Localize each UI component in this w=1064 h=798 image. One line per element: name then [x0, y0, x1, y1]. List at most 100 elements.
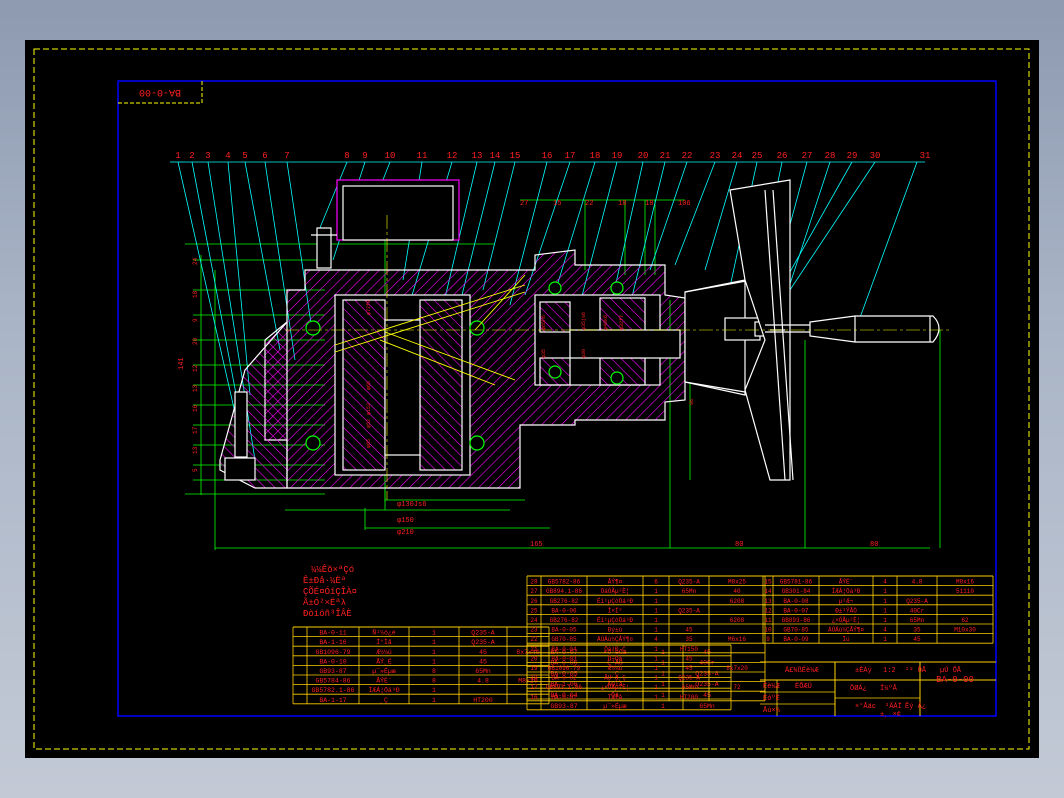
bom_right_a-cell: M6x16 [728, 636, 746, 643]
bom_right_a-cell: Öá³Ð¸Ç [604, 646, 626, 653]
callout-26: 26 [777, 151, 788, 161]
callout-31: 31 [920, 151, 931, 161]
callout-28: 28 [825, 151, 836, 161]
bom_right_a-cell: Ö÷Öá [608, 655, 623, 662]
bom_left-cell: GB5784-86 [315, 678, 350, 685]
dim-top-2: 22 [585, 200, 593, 208]
dim-inner-10: φ30 [581, 349, 587, 358]
bom_right_b-cell: 1 [883, 617, 887, 624]
title-block-cell-7: Åú×¼ [763, 706, 781, 715]
bom_right_b-cell: GB70-85 [783, 627, 809, 634]
bom_left-cell: 1 [432, 697, 436, 704]
technical-requirements-note: ¼¼Êõ×ªÇóÊ±Ðå·¼ËªÇÕÉ¤ÓîÇÎÀ¤Ã±Ó²×ËªλÐòíöñ³… [303, 564, 357, 619]
title-block-cell-4: µÚ ÕÅ [940, 665, 962, 675]
dim-top-3: 18 [618, 200, 626, 208]
bom_right_b-cell: GB5781-86 [780, 579, 813, 586]
dim-left-1: 18 [192, 290, 199, 298]
bom_right_b-cell: 4 [883, 579, 887, 586]
dim-inner-9: φ35 [541, 349, 547, 358]
code-stamp: BA-0-00 [139, 86, 181, 97]
bom_right_a-cell: 1 [654, 655, 658, 662]
dim-inner-7: φ40k6 [603, 315, 609, 330]
bom_right_a-cell: ÏäÌå [608, 694, 623, 701]
bom_right_a-cell: GB276-82 [550, 598, 579, 605]
title-block-cell-6: ÉóºË [763, 694, 780, 703]
title-block-cell-10: Í¼ºÅ [880, 684, 898, 693]
callout-8: 8 [344, 151, 349, 161]
bom_right_a-cell: GB5782-86 [548, 579, 581, 586]
bom_right_a-cell: 26 [530, 598, 538, 605]
bom_right_a-cell: 1 [654, 646, 658, 653]
bom_mid-cell: µ¯»Éµæ [603, 702, 627, 710]
bom_right_b-cell: M8x16 [956, 579, 974, 586]
bom_right_a-cell: 65Mn [682, 588, 697, 595]
bom_left-cell: 8 [432, 668, 436, 675]
bom_right_b-cell: 1 [883, 636, 887, 643]
housing-section [219, 179, 686, 489]
bom_right_a-cell: GB1096-79 [548, 665, 581, 672]
callout-10: 10 [385, 151, 396, 161]
dim-inner-4: φ65 [366, 439, 372, 448]
dim-bottom-3: 165 [530, 541, 543, 549]
bom_right_a-cell: BA-0-02 [551, 675, 577, 682]
title-block-cell-15: ±¸ ×¢ [880, 711, 901, 719]
bom_right_b-cell: BA-0-07 [783, 607, 809, 614]
bom_left-cell: ¸Ç [380, 697, 388, 704]
note-line-1: Ê±Ðå·¼Ëª [303, 575, 346, 586]
cad-viewport[interactable]: BA-0-00 1 2 3 4 5 6 7 8 9 10 11 12 13 14… [25, 40, 1039, 758]
title-block-cell-2: 1:2 [883, 667, 896, 675]
bom_mid-cell: 45 [703, 692, 711, 699]
bom_right_a-cell: Éî¹µÇòÖá³Ð [597, 598, 633, 605]
bom_right_b-cell: Q235-A [906, 598, 928, 605]
dim-bottom-5: 80 [870, 541, 878, 549]
bom_right_b-cell: 12 [764, 607, 772, 614]
bom_right_a-cell: 1 [654, 598, 658, 605]
bom_right_b-cell: 40Cr [910, 607, 925, 614]
bom_right_b-cell: 10 [764, 627, 772, 634]
bom_mid-cell: 1 [661, 660, 665, 667]
bom_right_a-cell: 25 [530, 607, 538, 614]
bom_left-cell: ÍÆÁ¦Öá³Ð [368, 686, 399, 694]
bom_right_a-cell: 1 [654, 607, 658, 614]
bom_left-cell: Æ½¼ü [376, 648, 392, 656]
bom_right_a-cell: ÖáÓÃµ²È¦ [601, 588, 630, 595]
bom_left-cell: 1 [432, 630, 436, 637]
bom_mid-cell: 65Mn [699, 703, 715, 710]
bom_right_b-cell: 35 [913, 627, 921, 634]
bom_right_b-cell: ÄÚÁù½ÇÂÝ¶¤ [828, 627, 864, 634]
bom_right_a-cell: 6208 [730, 598, 745, 605]
bom_right_a-cell: 1 [654, 617, 658, 624]
dim-bottom-4: 80 [735, 541, 743, 549]
bom_right_a-cell: 45 [685, 627, 693, 634]
bom_right_a-cell: 72 [733, 684, 741, 691]
title-block: Ä£¾ßÉè¼Æ ±ÈÀý 1:2 ¹² ÕÅ µÚ ÕÅ Éè¼Æ ÉóºË Åú×¼ ÈÕÆ… [760, 661, 996, 719]
drawing-code: BA-0-00 [936, 675, 974, 685]
note-line-0: ¼¼Êõ×ªÇó [311, 564, 354, 575]
callout-27: 27 [802, 151, 813, 161]
bom_mid-cell: 40Cr [699, 660, 715, 667]
bom_right_a-cell: 4 [654, 636, 658, 643]
bom_right_a-cell: 1 [654, 665, 658, 672]
title-block-cell-0: Ä£¾ßÉè¼Æ [785, 666, 819, 675]
callout-15: 15 [510, 151, 521, 161]
bom_right_a-cell: 6208 [730, 617, 745, 624]
dim-left-5: 13 [192, 384, 199, 392]
bom_right_b-cell: 62 [961, 617, 969, 624]
bom_left-cell: 1 [432, 658, 436, 665]
callout-30: 30 [870, 151, 881, 161]
dim-bottom-1: φ150 [397, 517, 414, 525]
callout-18: 18 [590, 151, 601, 161]
bom_right_a-cell: Æ½¼ü [608, 665, 623, 672]
callout-25: 25 [752, 151, 763, 161]
title-block-cell-5: Éè¼Æ [763, 682, 781, 691]
bom_left-cell: ÂÝ¸Ë [376, 657, 392, 665]
bom_right_a-cell: 1 [654, 675, 658, 682]
dim-inner-6: φ35js6 [581, 312, 587, 330]
part-callouts: 1 2 3 4 5 6 7 8 9 10 11 12 13 14 15 16 17 18 19 20 21 22 23 24 2… [175, 151, 930, 161]
callout-11: 11 [417, 151, 428, 161]
bom_left-cell: 8 [432, 678, 436, 685]
bom_right_a-cell: BA-0-04 [551, 646, 577, 653]
bom_left-cell: GB93-87 [319, 668, 346, 675]
bom_left-cell: µ¯»Éµæ [372, 667, 396, 675]
dim-left-6: 16 [192, 404, 199, 412]
